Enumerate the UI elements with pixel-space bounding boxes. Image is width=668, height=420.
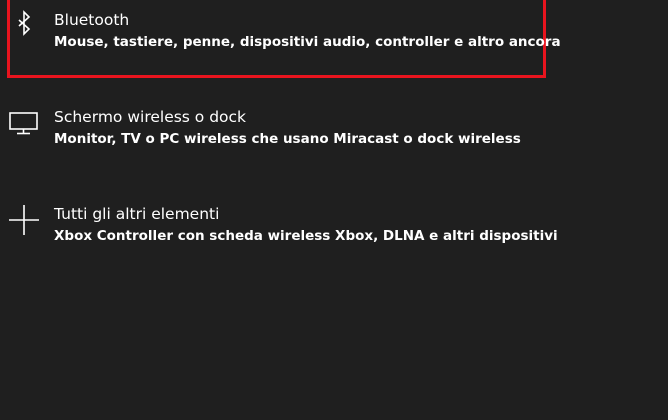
option-title: Bluetooth — [54, 11, 130, 29]
add-device-option-wireless-display[interactable]: Schermo wireless o dock Monitor, TV o PC… — [0, 98, 560, 182]
bluetooth-icon — [8, 9, 40, 41]
add-device-option-other[interactable]: Tutti gli altri elementi Xbox Controller… — [0, 195, 560, 279]
monitor-icon — [8, 106, 40, 138]
plus-icon — [8, 203, 40, 235]
add-device-option-bluetooth[interactable]: Bluetooth Mouse, tastiere, penne, dispos… — [0, 1, 561, 85]
option-description: Xbox Controller con scheda wireless Xbox… — [54, 228, 558, 244]
option-description: Monitor, TV o PC wireless che usano Mira… — [54, 131, 521, 147]
option-title: Tutti gli altri elementi — [54, 205, 220, 223]
option-description: Mouse, tastiere, penne, dispositivi audi… — [54, 34, 561, 50]
option-title: Schermo wireless o dock — [54, 108, 247, 126]
